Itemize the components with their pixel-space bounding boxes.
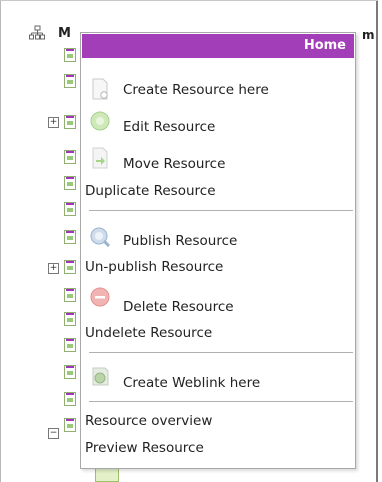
context-menu-title: Home <box>303 38 346 53</box>
menu-separator <box>89 210 353 211</box>
tree-root-label[interactable]: M <box>58 26 71 41</box>
delete-icon <box>90 287 110 307</box>
resource-icon[interactable] <box>64 48 76 62</box>
resource-icon[interactable] <box>64 150 76 164</box>
resource-icon[interactable] <box>64 74 76 88</box>
menu-item-create-weblink[interactable]: Create Weblink here <box>123 375 260 391</box>
resource-icon[interactable] <box>64 338 76 352</box>
menu-item-delete-resource[interactable]: Delete Resource <box>123 299 234 315</box>
resource-icon[interactable] <box>64 260 76 274</box>
menu-item-undelete-resource[interactable]: Undelete Resource <box>85 325 212 341</box>
resource-icon[interactable] <box>64 230 76 244</box>
menu-item-resource-overview[interactable]: Resource overview <box>85 413 212 429</box>
menu-item-publish-resource[interactable]: Publish Resource <box>123 233 237 249</box>
resource-icon[interactable] <box>64 115 76 129</box>
move-arrow-icon <box>92 147 108 169</box>
edit-icon <box>90 111 110 131</box>
context-menu-header: Home <box>82 34 354 58</box>
menu-separator <box>89 401 353 402</box>
weblink-icon <box>92 367 109 386</box>
panel-top-border <box>0 0 378 1</box>
menu-separator <box>89 352 353 353</box>
resource-icon[interactable] <box>64 392 76 406</box>
publish-icon <box>90 227 111 248</box>
menu-item-preview-resource[interactable]: Preview Resource <box>85 440 204 456</box>
expand-toggle[interactable]: + <box>48 117 59 128</box>
doc-new-icon <box>92 78 108 100</box>
menu-item-edit-resource[interactable]: Edit Resource <box>123 119 215 135</box>
menu-item-create-resource[interactable]: Create Resource here <box>123 82 269 98</box>
tree-root-label-suffix: m <box>362 28 375 42</box>
resource-icon[interactable] <box>64 202 76 216</box>
resource-icon[interactable] <box>64 176 76 190</box>
folder-icon[interactable] <box>95 468 119 482</box>
menu-item-unpublish-resource[interactable]: Un-publish Resource <box>85 259 223 275</box>
context-menu: Home Create Resource here Edit Resource … <box>80 32 356 469</box>
menu-item-move-resource[interactable]: Move Resource <box>123 156 225 172</box>
menu-item-duplicate-resource[interactable]: Duplicate Resource <box>85 183 216 199</box>
resource-icon[interactable] <box>64 288 76 302</box>
resource-icon[interactable] <box>64 418 76 432</box>
expand-toggle[interactable]: + <box>48 263 59 274</box>
collapse-toggle[interactable]: − <box>48 428 59 439</box>
resource-icon[interactable] <box>64 312 76 326</box>
resource-icon[interactable] <box>64 365 76 379</box>
sitemap-icon[interactable] <box>29 25 45 41</box>
